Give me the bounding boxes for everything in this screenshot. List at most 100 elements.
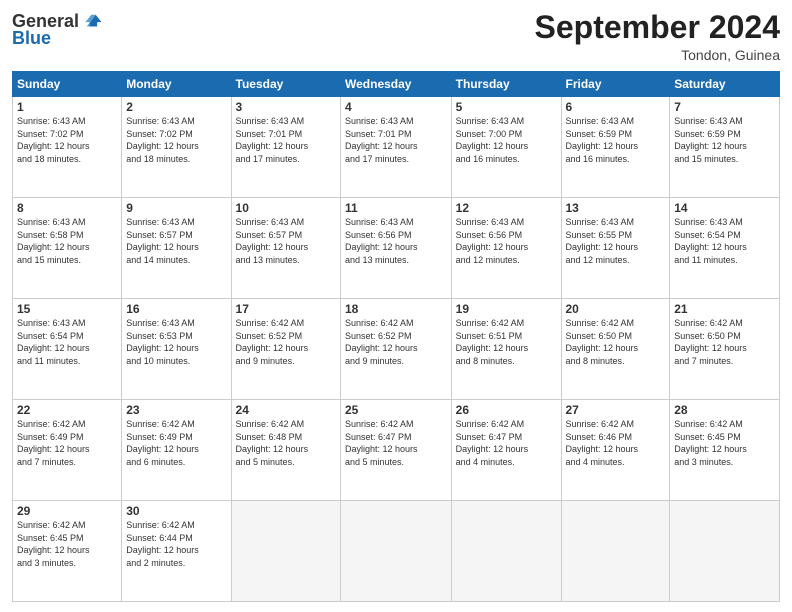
table-row: 11Sunrise: 6:43 AM Sunset: 6:56 PM Dayli…: [341, 198, 452, 299]
calendar-week-row: 29Sunrise: 6:42 AM Sunset: 6:45 PM Dayli…: [13, 501, 780, 602]
table-row: 10Sunrise: 6:43 AM Sunset: 6:57 PM Dayli…: [231, 198, 340, 299]
calendar-week-row: 15Sunrise: 6:43 AM Sunset: 6:54 PM Dayli…: [13, 299, 780, 400]
day-info: Sunrise: 6:43 AM Sunset: 7:01 PM Dayligh…: [236, 115, 336, 165]
table-row: 19Sunrise: 6:42 AM Sunset: 6:51 PM Dayli…: [451, 299, 561, 400]
day-number: 13: [566, 201, 666, 215]
table-row: 28Sunrise: 6:42 AM Sunset: 6:45 PM Dayli…: [670, 400, 780, 501]
day-info: Sunrise: 6:43 AM Sunset: 7:00 PM Dayligh…: [456, 115, 557, 165]
day-number: 4: [345, 100, 447, 114]
day-info: Sunrise: 6:43 AM Sunset: 6:59 PM Dayligh…: [566, 115, 666, 165]
calendar-table: Sunday Monday Tuesday Wednesday Thursday…: [12, 71, 780, 602]
table-row: 16Sunrise: 6:43 AM Sunset: 6:53 PM Dayli…: [122, 299, 231, 400]
day-number: 6: [566, 100, 666, 114]
table-row: 5Sunrise: 6:43 AM Sunset: 7:00 PM Daylig…: [451, 97, 561, 198]
day-info: Sunrise: 6:42 AM Sunset: 6:45 PM Dayligh…: [17, 519, 117, 569]
day-info: Sunrise: 6:42 AM Sunset: 6:44 PM Dayligh…: [126, 519, 226, 569]
month-title: September 2024: [535, 10, 780, 45]
logo: General Blue: [12, 10, 103, 49]
table-row: 20Sunrise: 6:42 AM Sunset: 6:50 PM Dayli…: [561, 299, 670, 400]
day-number: 29: [17, 504, 117, 518]
weekday-thursday: Thursday: [451, 72, 561, 97]
day-info: Sunrise: 6:43 AM Sunset: 7:02 PM Dayligh…: [126, 115, 226, 165]
day-info: Sunrise: 6:43 AM Sunset: 7:02 PM Dayligh…: [17, 115, 117, 165]
day-info: Sunrise: 6:42 AM Sunset: 6:47 PM Dayligh…: [345, 418, 447, 468]
weekday-saturday: Saturday: [670, 72, 780, 97]
table-row: [231, 501, 340, 602]
day-number: 25: [345, 403, 447, 417]
day-info: Sunrise: 6:43 AM Sunset: 6:57 PM Dayligh…: [236, 216, 336, 266]
day-number: 19: [456, 302, 557, 316]
table-row: 25Sunrise: 6:42 AM Sunset: 6:47 PM Dayli…: [341, 400, 452, 501]
table-row: 21Sunrise: 6:42 AM Sunset: 6:50 PM Dayli…: [670, 299, 780, 400]
table-row: 13Sunrise: 6:43 AM Sunset: 6:55 PM Dayli…: [561, 198, 670, 299]
logo-icon: [81, 10, 103, 32]
day-number: 15: [17, 302, 117, 316]
table-row: 23Sunrise: 6:42 AM Sunset: 6:49 PM Dayli…: [122, 400, 231, 501]
table-row: 17Sunrise: 6:42 AM Sunset: 6:52 PM Dayli…: [231, 299, 340, 400]
day-number: 5: [456, 100, 557, 114]
table-row: 6Sunrise: 6:43 AM Sunset: 6:59 PM Daylig…: [561, 97, 670, 198]
day-info: Sunrise: 6:42 AM Sunset: 6:49 PM Dayligh…: [126, 418, 226, 468]
table-row: 26Sunrise: 6:42 AM Sunset: 6:47 PM Dayli…: [451, 400, 561, 501]
day-info: Sunrise: 6:43 AM Sunset: 6:53 PM Dayligh…: [126, 317, 226, 367]
calendar-week-row: 22Sunrise: 6:42 AM Sunset: 6:49 PM Dayli…: [13, 400, 780, 501]
table-row: 9Sunrise: 6:43 AM Sunset: 6:57 PM Daylig…: [122, 198, 231, 299]
day-info: Sunrise: 6:42 AM Sunset: 6:50 PM Dayligh…: [566, 317, 666, 367]
day-number: 12: [456, 201, 557, 215]
calendar-week-row: 8Sunrise: 6:43 AM Sunset: 6:58 PM Daylig…: [13, 198, 780, 299]
day-number: 16: [126, 302, 226, 316]
day-number: 10: [236, 201, 336, 215]
table-row: 27Sunrise: 6:42 AM Sunset: 6:46 PM Dayli…: [561, 400, 670, 501]
table-row: 2Sunrise: 6:43 AM Sunset: 7:02 PM Daylig…: [122, 97, 231, 198]
table-row: 3Sunrise: 6:43 AM Sunset: 7:01 PM Daylig…: [231, 97, 340, 198]
day-number: 11: [345, 201, 447, 215]
day-info: Sunrise: 6:43 AM Sunset: 6:54 PM Dayligh…: [674, 216, 775, 266]
day-info: Sunrise: 6:42 AM Sunset: 6:50 PM Dayligh…: [674, 317, 775, 367]
day-number: 9: [126, 201, 226, 215]
day-info: Sunrise: 6:43 AM Sunset: 6:59 PM Dayligh…: [674, 115, 775, 165]
page-container: General Blue September 2024 Tondon, Guin…: [0, 0, 792, 612]
table-row: 18Sunrise: 6:42 AM Sunset: 6:52 PM Dayli…: [341, 299, 452, 400]
day-info: Sunrise: 6:43 AM Sunset: 6:57 PM Dayligh…: [126, 216, 226, 266]
day-number: 22: [17, 403, 117, 417]
table-row: 30Sunrise: 6:42 AM Sunset: 6:44 PM Dayli…: [122, 501, 231, 602]
title-block: September 2024 Tondon, Guinea: [535, 10, 780, 63]
weekday-tuesday: Tuesday: [231, 72, 340, 97]
table-row: 4Sunrise: 6:43 AM Sunset: 7:01 PM Daylig…: [341, 97, 452, 198]
table-row: 14Sunrise: 6:43 AM Sunset: 6:54 PM Dayli…: [670, 198, 780, 299]
table-row: [561, 501, 670, 602]
location: Tondon, Guinea: [535, 47, 780, 63]
day-number: 23: [126, 403, 226, 417]
day-number: 14: [674, 201, 775, 215]
table-row: 7Sunrise: 6:43 AM Sunset: 6:59 PM Daylig…: [670, 97, 780, 198]
weekday-sunday: Sunday: [13, 72, 122, 97]
table-row: [670, 501, 780, 602]
table-row: [341, 501, 452, 602]
table-row: 24Sunrise: 6:42 AM Sunset: 6:48 PM Dayli…: [231, 400, 340, 501]
day-info: Sunrise: 6:43 AM Sunset: 6:56 PM Dayligh…: [456, 216, 557, 266]
day-number: 1: [17, 100, 117, 114]
day-info: Sunrise: 6:42 AM Sunset: 6:49 PM Dayligh…: [17, 418, 117, 468]
day-number: 21: [674, 302, 775, 316]
day-info: Sunrise: 6:43 AM Sunset: 6:55 PM Dayligh…: [566, 216, 666, 266]
day-number: 24: [236, 403, 336, 417]
day-info: Sunrise: 6:42 AM Sunset: 6:52 PM Dayligh…: [345, 317, 447, 367]
table-row: [451, 501, 561, 602]
day-info: Sunrise: 6:42 AM Sunset: 6:46 PM Dayligh…: [566, 418, 666, 468]
day-info: Sunrise: 6:42 AM Sunset: 6:51 PM Dayligh…: [456, 317, 557, 367]
day-number: 8: [17, 201, 117, 215]
weekday-friday: Friday: [561, 72, 670, 97]
table-row: 12Sunrise: 6:43 AM Sunset: 6:56 PM Dayli…: [451, 198, 561, 299]
day-number: 18: [345, 302, 447, 316]
table-row: 29Sunrise: 6:42 AM Sunset: 6:45 PM Dayli…: [13, 501, 122, 602]
day-number: 28: [674, 403, 775, 417]
day-number: 20: [566, 302, 666, 316]
table-row: 15Sunrise: 6:43 AM Sunset: 6:54 PM Dayli…: [13, 299, 122, 400]
weekday-wednesday: Wednesday: [341, 72, 452, 97]
day-info: Sunrise: 6:43 AM Sunset: 7:01 PM Dayligh…: [345, 115, 447, 165]
weekday-header-row: Sunday Monday Tuesday Wednesday Thursday…: [13, 72, 780, 97]
day-info: Sunrise: 6:42 AM Sunset: 6:45 PM Dayligh…: [674, 418, 775, 468]
weekday-monday: Monday: [122, 72, 231, 97]
table-row: 22Sunrise: 6:42 AM Sunset: 6:49 PM Dayli…: [13, 400, 122, 501]
day-number: 30: [126, 504, 226, 518]
